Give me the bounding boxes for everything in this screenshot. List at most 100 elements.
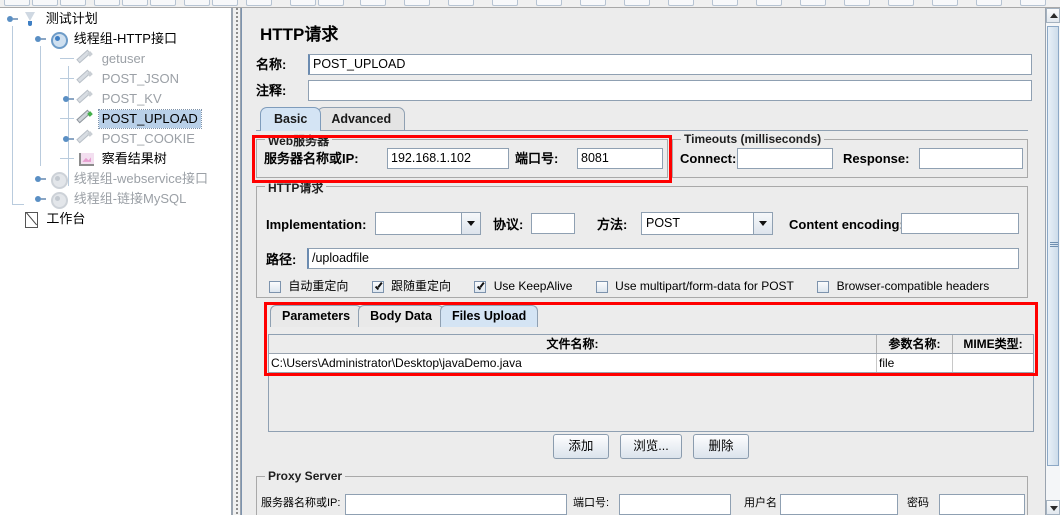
- tree-item-workbench[interactable]: 工作台: [0, 208, 231, 228]
- panel-splitter[interactable]: [232, 8, 241, 515]
- toolbar-button[interactable]: [580, 0, 606, 6]
- tree-item-post-json[interactable]: POST_JSON: [0, 68, 231, 88]
- scroll-down-button[interactable]: [1046, 500, 1060, 515]
- table-empty-area[interactable]: [269, 373, 1033, 431]
- toolbar-button[interactable]: [184, 0, 210, 6]
- expand-handle-icon[interactable]: [32, 172, 46, 186]
- tree-item-getuser[interactable]: getuser: [0, 48, 231, 68]
- column-header-paramname[interactable]: 参数名称:: [877, 335, 953, 353]
- toolbar-button[interactable]: [94, 0, 120, 6]
- toolbar-button[interactable]: [404, 0, 430, 6]
- toolbar-button[interactable]: [448, 0, 474, 6]
- files-upload-table[interactable]: 文件名称: 参数名称: MIME类型: C:\Users\Administrat…: [268, 334, 1034, 432]
- tree-item-post-upload[interactable]: POST_UPLOAD: [0, 108, 231, 129]
- expand-handle-icon[interactable]: [4, 12, 18, 26]
- toolbar-button[interactable]: [668, 0, 694, 6]
- checkbox-use-keepalive[interactable]: Use KeepAlive: [474, 280, 572, 294]
- toolbar-button[interactable]: [290, 0, 316, 6]
- cell-filename[interactable]: C:\Users\Administrator\Desktop\javaDemo.…: [269, 354, 877, 372]
- checkbox-box-icon[interactable]: [269, 281, 281, 293]
- toolbar-button[interactable]: [800, 0, 826, 6]
- toolbar-button[interactable]: [360, 0, 386, 6]
- toolbar-button[interactable]: [318, 0, 344, 6]
- toolbar-button[interactable]: [844, 0, 870, 6]
- toolbar-button[interactable]: [122, 0, 148, 6]
- tree-item-label: POST_JSON: [101, 70, 179, 86]
- implementation-select[interactable]: [375, 212, 481, 235]
- tree-item-thread-group-mysql[interactable]: 线程组-链接MySQL: [0, 188, 231, 209]
- toolbar-button[interactable]: [492, 0, 518, 6]
- proxy-password-input[interactable]: [939, 494, 1025, 515]
- toolbar-button[interactable]: [976, 0, 1002, 6]
- tree-item-post-cookie[interactable]: POST_COOKIE: [0, 128, 231, 148]
- cell-paramname[interactable]: file: [877, 354, 953, 372]
- scrollbar-thumb[interactable]: [1047, 26, 1059, 466]
- tree-item-post-kv[interactable]: POST_KV: [0, 88, 231, 108]
- toolbar-button[interactable]: [712, 0, 738, 6]
- protocol-label: 协议:: [493, 217, 524, 232]
- path-input[interactable]: /uploadfile: [307, 248, 1019, 269]
- toolbar-button[interactable]: [932, 0, 958, 6]
- tree-item-test-plan[interactable]: 测试计划: [0, 8, 231, 28]
- toolbar-button[interactable]: [536, 0, 562, 6]
- content-encoding-input[interactable]: [901, 213, 1019, 234]
- browse-button[interactable]: 浏览...: [620, 434, 682, 459]
- checkbox-follow-redirect[interactable]: 跟随重定向: [371, 280, 451, 294]
- table-row[interactable]: C:\Users\Administrator\Desktop\javaDemo.…: [269, 354, 1033, 373]
- tab-advanced[interactable]: Advanced: [317, 107, 406, 131]
- connect-timeout-input[interactable]: [737, 148, 833, 169]
- column-header-mimetype[interactable]: MIME类型:: [953, 335, 1033, 353]
- toolbar-button[interactable]: [60, 0, 86, 6]
- test-plan-tree[interactable]: 测试计划 线程组-HTTP接口 getuser POST_JSON POST_K…: [0, 8, 232, 515]
- checkbox-box-icon[interactable]: [371, 281, 384, 293]
- toolbar-button[interactable]: [32, 0, 58, 6]
- tab-basic[interactable]: Basic: [260, 107, 322, 131]
- tree-item-thread-group-webservice[interactable]: 线程组-webservice接口: [0, 168, 231, 189]
- data-tab-bar[interactable]: Parameters Body Data Files Upload: [270, 305, 539, 327]
- proxy-username-input[interactable]: [780, 494, 898, 515]
- toolbar-button[interactable]: [756, 0, 782, 6]
- column-header-filename[interactable]: 文件名称:: [269, 335, 877, 353]
- leaf-connector-icon: [60, 151, 74, 166]
- web-server-name-input[interactable]: 192.168.1.102: [387, 148, 509, 169]
- toolbar-button[interactable]: [150, 0, 176, 6]
- tree-item-thread-group-http[interactable]: 线程组-HTTP接口: [0, 28, 231, 49]
- expand-handle-icon[interactable]: [32, 192, 46, 206]
- checkbox-box-icon[interactable]: [595, 281, 608, 293]
- tree-item-view-results-tree[interactable]: 察看结果树: [0, 148, 231, 168]
- scroll-up-button[interactable]: [1046, 8, 1060, 23]
- expand-handle-icon[interactable]: [60, 132, 74, 146]
- checkbox-use-multipart[interactable]: Use multipart/form-data for POST: [595, 280, 794, 294]
- expand-handle-icon[interactable]: [60, 92, 74, 106]
- toolbar-button[interactable]: [212, 0, 238, 6]
- tab-files-upload[interactable]: Files Upload: [439, 305, 539, 327]
- checkbox-box-icon[interactable]: [474, 281, 487, 293]
- toolbar-button[interactable]: [246, 0, 272, 6]
- chevron-down-icon[interactable]: [753, 213, 772, 234]
- toolbar-button[interactable]: [888, 0, 914, 6]
- web-server-port-input[interactable]: 8081: [577, 148, 663, 169]
- chevron-down-icon[interactable]: [461, 213, 480, 234]
- expand-handle-icon[interactable]: [32, 32, 46, 46]
- cell-mimetype[interactable]: [953, 354, 1033, 372]
- toolbar-button[interactable]: [4, 0, 30, 6]
- vertical-scrollbar[interactable]: [1045, 8, 1060, 515]
- proxy-server-name-input[interactable]: [345, 494, 567, 515]
- checkbox-box-icon[interactable]: [817, 281, 830, 293]
- name-input[interactable]: POST_UPLOAD: [308, 54, 1032, 75]
- checkbox-auto-redirect[interactable]: 自动重定向: [269, 280, 348, 294]
- tab-body-data[interactable]: Body Data: [358, 305, 444, 327]
- main-tab-bar[interactable]: Basic Advanced: [260, 107, 406, 131]
- delete-button[interactable]: 删除: [693, 434, 750, 459]
- toolbar-button[interactable]: [624, 0, 650, 6]
- comment-input[interactable]: [308, 80, 1032, 101]
- toolbar-button[interactable]: [1020, 0, 1046, 6]
- add-button[interactable]: 添加: [552, 434, 609, 459]
- method-select[interactable]: POST: [641, 212, 773, 235]
- proxy-port-input[interactable]: [619, 494, 731, 515]
- response-timeout-input[interactable]: [919, 148, 1023, 169]
- tab-parameters[interactable]: Parameters: [270, 305, 363, 327]
- tree-item-label: POST_KV: [101, 90, 162, 106]
- protocol-input[interactable]: [531, 213, 575, 234]
- checkbox-browser-compatible-headers[interactable]: Browser-compatible headers: [817, 280, 989, 294]
